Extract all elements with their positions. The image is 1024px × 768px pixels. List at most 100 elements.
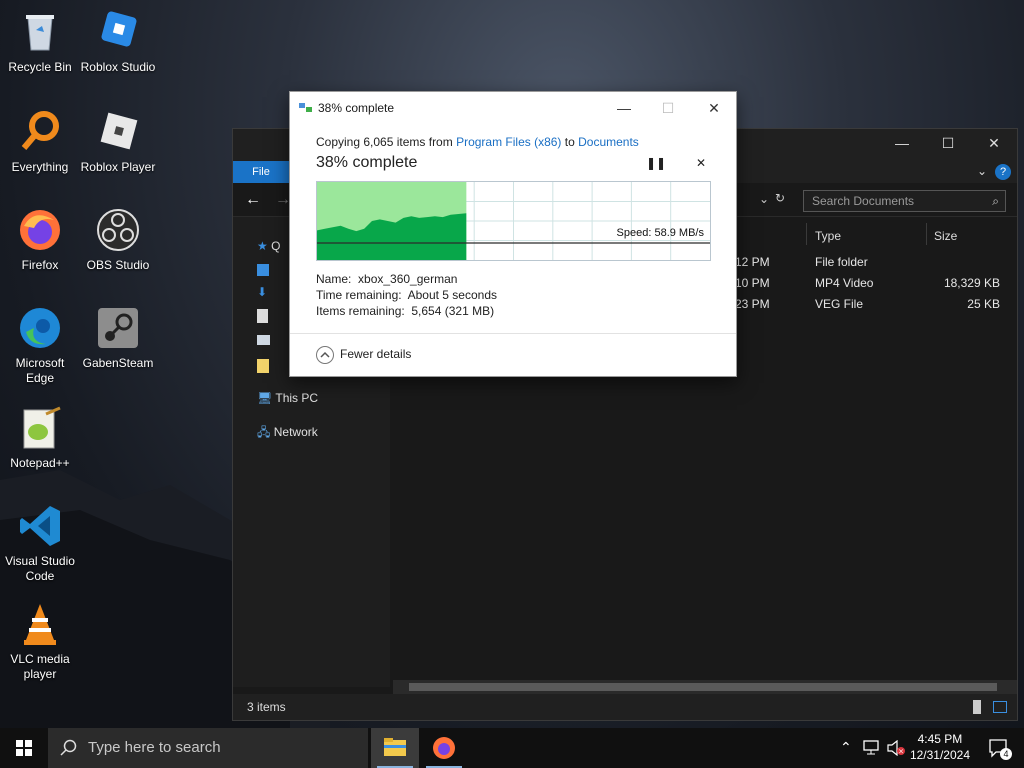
show-hidden-icons-chevron-up-icon[interactable]: ⌃	[840, 739, 852, 756]
desktop-icon-everything[interactable]: Everything	[0, 108, 80, 175]
ribbon-expand-icon[interactable]: ⌄	[977, 164, 987, 178]
action-center-button[interactable]: 4	[988, 738, 1012, 760]
windows-logo-icon	[16, 740, 32, 756]
star-icon: ★	[257, 239, 268, 253]
sidebar-item-quick-access[interactable]: ★ Q	[257, 239, 280, 253]
edge-icon	[16, 304, 64, 352]
copy-icon	[299, 103, 312, 112]
desktop-icon-label: Microsoft Edge	[15, 356, 65, 385]
computer-icon: 🖥	[257, 391, 273, 405]
horizontal-scrollbar[interactable]	[393, 680, 1017, 694]
recycle-bin-icon	[16, 8, 64, 56]
desktop-icon-label: VLC media player	[10, 652, 70, 681]
taskbar-file-explorer[interactable]	[371, 728, 419, 768]
column-divider[interactable]	[806, 223, 807, 245]
desktop-icon-notepad-plus-plus[interactable]: Notepad++	[0, 404, 80, 471]
start-button[interactable]	[0, 728, 48, 768]
desktop-icon-label: Visual Studio Code	[5, 554, 75, 583]
file-tab[interactable]: File	[233, 161, 289, 183]
type-cell: VEG File	[815, 297, 864, 311]
pause-button[interactable]: ❚❚	[646, 156, 666, 174]
folder-icon[interactable]	[257, 359, 269, 373]
vlc-icon	[16, 600, 64, 648]
desktop-icon-label: Notepad++	[10, 456, 70, 470]
desktop-icon-label: Roblox Player	[80, 160, 156, 174]
clock[interactable]: 4:45 PM 12/31/2024	[910, 731, 970, 763]
copy-progress-dialog[interactable]: 38% complete — ☐ ✕ Copying 6,065 items f…	[289, 91, 737, 377]
search-documents-input[interactable]: Search Documents ⌕	[803, 190, 1006, 212]
status-bar: 3 items	[233, 694, 1017, 720]
minimize-button[interactable]: —	[879, 135, 925, 151]
desktop-icon-recycle-bin[interactable]: Recycle Bin	[0, 8, 80, 75]
search-icon: ⌕	[992, 194, 999, 208]
transfer-speed-graph: Speed: 58.9 MB/s	[316, 181, 711, 261]
scrollbar-thumb[interactable]	[409, 683, 997, 691]
maximize-button: ☐	[661, 100, 675, 116]
obs-studio-icon	[94, 206, 142, 254]
column-header-size[interactable]: Size	[934, 229, 957, 243]
destination-link[interactable]: Documents	[578, 135, 639, 149]
maximize-button[interactable]: ☐	[925, 135, 971, 152]
refresh-icon[interactable]: ↻	[775, 191, 785, 205]
type-cell: MP4 Video	[815, 276, 874, 290]
fewer-details-label: Fewer details	[340, 347, 412, 362]
desktop-icon-visual-studio-code[interactable]: Visual Studio Code	[0, 502, 80, 584]
file-explorer-icon	[384, 738, 406, 756]
size-cell: 18,329 KB	[943, 276, 1000, 290]
item-count: 3 items	[247, 700, 286, 714]
sidebar-item-network[interactable]: 🖧 Network	[257, 423, 318, 444]
svg-text:×: ×	[898, 748, 904, 756]
pictures-icon[interactable]	[257, 335, 270, 345]
downloads-icon[interactable]: ⬇	[257, 285, 267, 299]
desktop-folder-icon[interactable]	[257, 264, 269, 276]
column-divider[interactable]	[926, 223, 927, 245]
taskbar-search-placeholder: Type here to search	[88, 739, 221, 756]
cancel-button[interactable]: ✕	[692, 156, 710, 174]
items-remaining-row: Items remaining: 5,654 (321 MB)	[316, 304, 495, 318]
dialog-title: 38% complete	[318, 101, 395, 115]
file-name-row: Name: xbox_360_german	[316, 272, 458, 286]
close-button[interactable]: ✕	[971, 135, 1017, 152]
date-cell: 12 PM	[735, 255, 770, 269]
desktop-icon-firefox[interactable]: Firefox	[0, 206, 80, 273]
desktop-icon-obs-studio[interactable]: OBS Studio	[78, 206, 158, 273]
desktop-icon-label: Roblox Studio	[80, 60, 156, 74]
time-remaining-row: Time remaining: About 5 seconds	[316, 288, 498, 302]
desktop-icon-gabensteam[interactable]: GabenSteam	[78, 304, 158, 371]
file-name-value: xbox_360_german	[358, 272, 458, 286]
time-remaining-value: About 5 seconds	[407, 288, 498, 302]
volume-muted-icon[interactable]: ×	[886, 740, 906, 756]
desktop-icon-microsoft-edge[interactable]: Microsoft Edge	[0, 304, 80, 386]
minimize-button[interactable]: —	[604, 96, 644, 120]
type-cell: File folder	[815, 255, 868, 269]
copy-description: Copying 6,065 items from Program Files (…	[316, 135, 639, 149]
taskbar: Type here to search ⌃ × 4:45 PM 12/31/20…	[0, 728, 1024, 768]
network-icon: 🖧	[257, 425, 271, 439]
documents-icon[interactable]	[257, 309, 268, 323]
address-dropdown-icon[interactable]: ⌄	[759, 192, 769, 206]
details-view-button[interactable]	[973, 700, 981, 714]
close-button[interactable]: ✕	[694, 96, 734, 120]
date-cell: 23 PM	[735, 297, 770, 311]
percent-complete: 38% complete	[316, 154, 418, 171]
taskbar-search-input[interactable]: Type here to search	[48, 728, 368, 768]
fewer-details-button[interactable]: Fewer details	[316, 346, 411, 364]
column-header-type[interactable]: Type	[815, 229, 841, 243]
source-link[interactable]: Program Files (x86)	[456, 135, 561, 149]
back-arrow-icon[interactable]: ←	[245, 191, 261, 209]
desktop-icon-roblox-studio[interactable]: Roblox Studio	[78, 8, 158, 75]
vscode-icon	[16, 502, 64, 550]
firefox-icon	[433, 737, 455, 759]
network-icon[interactable]	[862, 740, 880, 756]
large-icons-view-button[interactable]	[993, 701, 1007, 713]
items-remaining-value: 5,654 (321 MB)	[411, 304, 495, 318]
desktop-icon-vlc[interactable]: VLC media player	[0, 600, 80, 682]
help-icon[interactable]: ?	[995, 164, 1011, 180]
roblox-studio-icon	[94, 8, 142, 56]
desktop-icon-roblox-player[interactable]: Roblox Player	[78, 108, 158, 175]
desktop-icon-label: Recycle Bin	[8, 60, 72, 74]
size-cell: 25 KB	[967, 297, 1000, 311]
sidebar-item-this-pc[interactable]: 🖥 This PC	[257, 391, 318, 405]
taskbar-firefox[interactable]	[420, 728, 468, 768]
steam-icon	[94, 304, 142, 352]
